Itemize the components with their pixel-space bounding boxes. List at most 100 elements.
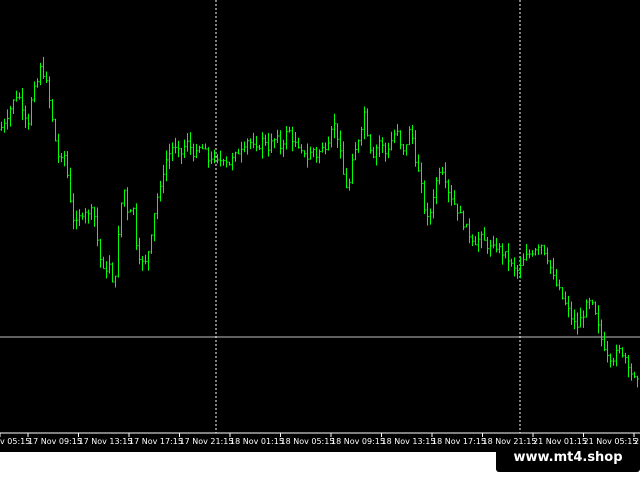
- ohlc-bar: [297, 137, 300, 149]
- ohlc-bar: [561, 287, 564, 300]
- ohlc-bar: [12, 99, 15, 115]
- x-tick-label: 18 Nov 17:15: [432, 437, 486, 446]
- ohlc-bar: [480, 231, 483, 249]
- ohlc-bar: [588, 297, 591, 310]
- ohlc-bar: [228, 161, 231, 166]
- ohlc-bar: [396, 124, 399, 137]
- ohlc-bar: [189, 132, 192, 155]
- ohlc-bar: [435, 177, 438, 205]
- ohlc-bar: [141, 256, 144, 271]
- ohlc-bar: [327, 136, 330, 151]
- ohlc-bar: [363, 106, 366, 140]
- ohlc-bar: [531, 250, 534, 257]
- ohlc-bar: [507, 243, 510, 272]
- ohlc-bar: [633, 371, 636, 379]
- ohlc-bar: [354, 142, 357, 161]
- ohlc-bar: [453, 190, 456, 205]
- ohlc-bar: [285, 126, 288, 150]
- ohlc-bar: [276, 129, 279, 144]
- ohlc-bar: [525, 244, 528, 261]
- ohlc-bar: [576, 312, 579, 335]
- ohlc-bar: [237, 148, 240, 155]
- ohlc-bar: [72, 193, 75, 230]
- ohlc-bar: [252, 132, 255, 149]
- x-tick-label: 17 Nov 13:15: [79, 437, 133, 446]
- ohlc-bar: [93, 206, 96, 227]
- ohlc-bar: [261, 132, 264, 159]
- ohlc-bar: [438, 167, 441, 185]
- ohlc-bar: [528, 249, 531, 259]
- ohlc-bar: [306, 143, 309, 168]
- ohlc-bar: [69, 167, 72, 203]
- ohlc-bar: [156, 193, 159, 220]
- ohlc-bar: [171, 142, 174, 162]
- ohlc-bar: [456, 203, 459, 221]
- ohlc-bar: [618, 344, 621, 354]
- ohlc-bar: [87, 209, 90, 224]
- ohlc-bar: [549, 260, 552, 274]
- ohlc-bar: [330, 126, 333, 148]
- ohlc-bar: [615, 344, 618, 367]
- ohlc-bar: [45, 71, 48, 84]
- ohlc-bar: [375, 144, 378, 166]
- x-tick-label: 18 Nov 01:15: [230, 437, 284, 446]
- ohlc-bar: [129, 209, 132, 213]
- ohlc-bar: [27, 113, 30, 130]
- x-tick-label: v 05:15: [0, 437, 30, 446]
- ohlc-bar: [360, 126, 363, 146]
- ohlc-bar: [108, 255, 111, 274]
- ohlc-bar: [294, 132, 297, 147]
- ohlc-bar: [60, 152, 63, 163]
- ohlc-bar: [225, 156, 228, 168]
- ohlc-bar: [591, 299, 594, 305]
- ohlc-bar: [3, 118, 6, 133]
- x-tick-label: 18 Nov 09:15: [331, 437, 385, 446]
- ohlc-bar: [6, 109, 9, 130]
- ohlc-bar: [183, 139, 186, 158]
- ohlc-bar: [597, 305, 600, 334]
- x-tick-label: 17 Nov 17:15: [129, 437, 183, 446]
- ohlc-bar: [585, 299, 588, 318]
- ohlc-bar: [114, 275, 117, 288]
- ohlc-bar: [318, 149, 321, 164]
- ohlc-bar: [600, 319, 603, 347]
- ohlc-bar: [498, 243, 501, 254]
- ohlc-bar: [288, 126, 291, 133]
- ohlc-bar: [543, 244, 546, 256]
- price-chart[interactable]: v 05:15 17 Nov 09:15 17 Nov 13:15 17 Nov 17…: [0, 0, 640, 452]
- ohlc-bar: [39, 62, 42, 86]
- ohlc-bar: [9, 105, 12, 127]
- ohlc-bar: [372, 146, 375, 159]
- ohlc-bar: [153, 213, 156, 242]
- ohlc-bar: [186, 133, 189, 152]
- ohlc-bar: [387, 142, 390, 159]
- ohlc-bar: [441, 166, 444, 175]
- ohlc-bar: [339, 130, 342, 159]
- x-tick-label: 18 Nov 05:15: [281, 437, 335, 446]
- ohlc-bar: [84, 208, 87, 224]
- ohlc-bar: [147, 251, 150, 271]
- chart-svg[interactable]: v 05:1517 Nov 09:1517 Nov 13:1517 Nov 17…: [0, 0, 640, 452]
- ohlc-bar: [30, 96, 33, 126]
- ohlc-bar: [120, 202, 123, 238]
- ohlc-bar: [345, 167, 348, 189]
- ohlc-bar: [300, 144, 303, 154]
- ohlc-bar: [558, 279, 561, 291]
- ohlc-bar: [315, 146, 318, 163]
- ohlc-bar: [321, 142, 324, 153]
- ohlc-bar: [48, 76, 51, 109]
- ohlc-bar: [63, 151, 66, 167]
- ohlc-bar: [564, 291, 567, 306]
- ohlc-bar: [162, 164, 165, 194]
- ohlc-bar: [78, 209, 81, 226]
- ohlc-bar: [168, 143, 171, 170]
- ohlc-bar: [270, 133, 273, 153]
- ohlc-bar: [66, 151, 69, 179]
- ohlc-bar: [246, 138, 249, 155]
- ohlc-bar: [99, 238, 102, 268]
- ohlc-bar: [51, 99, 54, 122]
- ohlc-bar: [504, 251, 507, 259]
- ohlc-bar: [174, 137, 177, 154]
- ohlc-bar: [612, 357, 615, 366]
- ohlc-bar: [324, 142, 327, 155]
